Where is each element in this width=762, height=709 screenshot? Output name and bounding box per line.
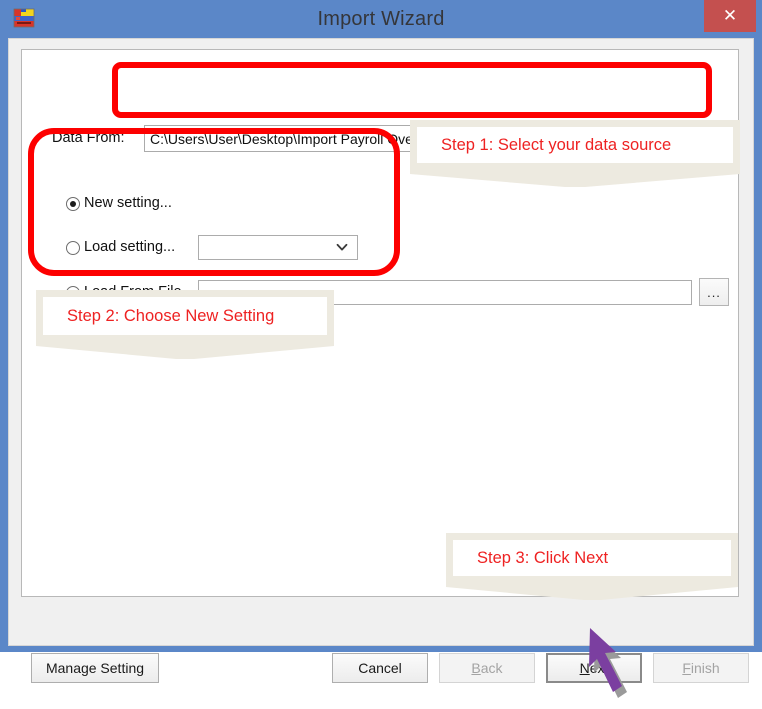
cancel-button[interactable]: Cancel (332, 653, 428, 683)
callout-step-1-box: Step 1: Select your data source (410, 120, 740, 170)
callout-step-2-label: Step 2: Choose New Setting (67, 306, 275, 325)
radio-indicator-load-setting (66, 241, 80, 255)
next-accel: N (579, 660, 590, 676)
callout-step-1-tail (410, 170, 740, 188)
radio-label-load-setting: Load setting... (84, 239, 176, 255)
callout-step-3: Step 3: Click Next (446, 533, 738, 600)
radio-indicator-new-setting (66, 197, 80, 211)
finish-accel: F (682, 660, 691, 676)
finish-label: inish (690, 660, 720, 676)
back-button: Back (439, 653, 535, 683)
radio-label-new-setting: New setting... (84, 195, 172, 211)
callout-step-2-box: Step 2: Choose New Setting (36, 290, 334, 342)
cancel-label: Cancel (358, 660, 402, 676)
close-icon[interactable]: ✕ (704, 0, 756, 32)
callout-step-2-tail (36, 342, 334, 360)
back-accel: B (471, 660, 481, 676)
callout-step-1: Step 1: Select your data source (410, 120, 740, 187)
callout-step-3-box: Step 3: Click Next (446, 533, 738, 583)
next-label: ext (589, 660, 609, 676)
manage-setting-label: Manage Settin (45, 660, 137, 676)
setting-dropdown[interactable] (198, 235, 358, 260)
finish-button: Finish (653, 653, 749, 683)
manage-setting-accel: g (136, 660, 145, 676)
next-button[interactable]: Next (546, 653, 642, 683)
window-title: Import Wizard (317, 8, 445, 30)
callout-step-1-label: Step 1: Select your data source (441, 135, 672, 154)
chevron-down-icon (336, 243, 348, 251)
back-label: ack (480, 660, 503, 676)
callout-step-3-tail (446, 583, 738, 601)
load-from-file-browse-button[interactable]: ... (699, 278, 729, 306)
callout-step-3-label: Step 3: Click Next (477, 548, 609, 567)
callout-step-2: Step 2: Choose New Setting (36, 290, 334, 359)
manage-setting-button[interactable]: Manage Settin g (31, 653, 159, 683)
data-from-label: Data From: (52, 130, 125, 146)
title-bar: Import Wizard ✕ (0, 0, 762, 38)
